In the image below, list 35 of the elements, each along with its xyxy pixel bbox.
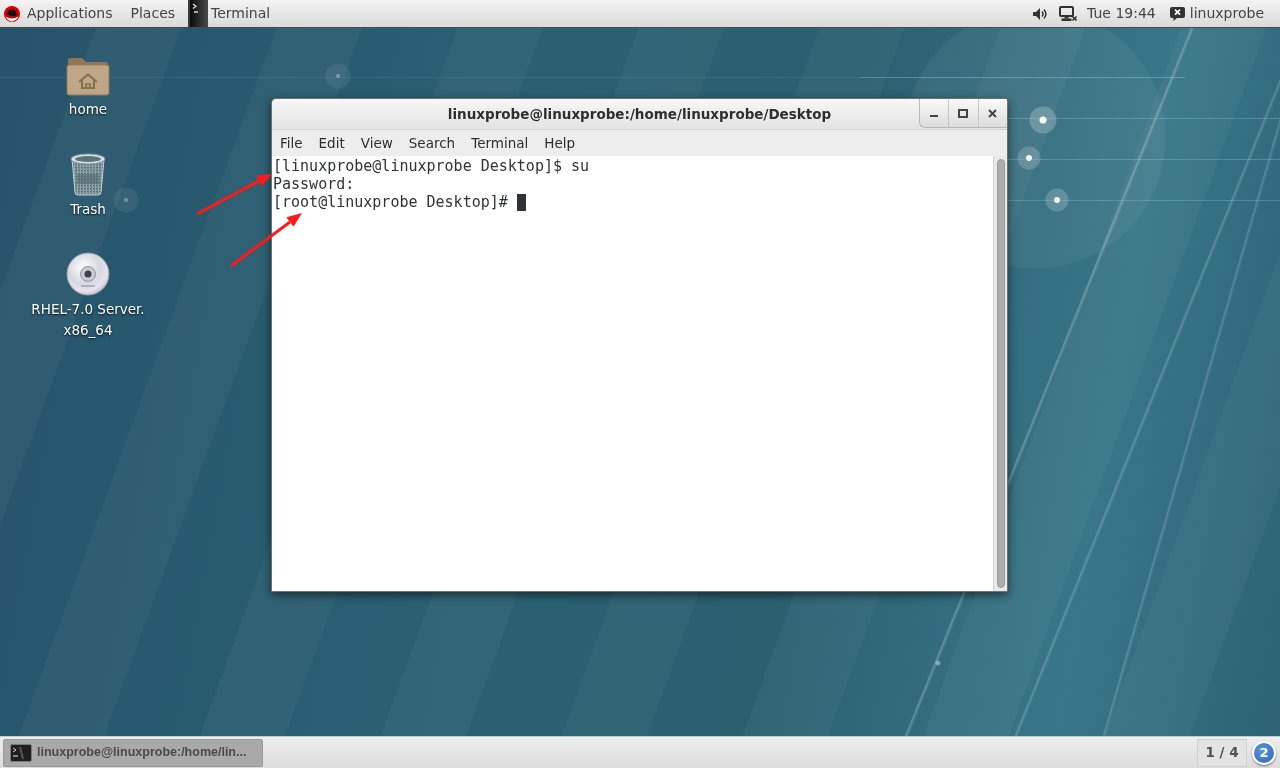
terminal-line: [root@linuxprobe Desktop]# (273, 193, 508, 211)
scrollbar-track[interactable] (993, 156, 1007, 591)
trash-icon (69, 152, 107, 196)
desktop-shortcut[interactable]: home (23, 52, 153, 152)
menu-item[interactable]: View (352, 132, 401, 154)
workspace-switcher[interactable]: 1 / 4 (1197, 738, 1247, 767)
terminal-icon (10, 743, 32, 762)
menu-item[interactable]: Edit (310, 132, 353, 154)
terminal-line: Password: (273, 175, 355, 193)
network-icon[interactable] (1059, 5, 1078, 22)
desktop-shortcut[interactable]: RHEL-7.0 Server. x86_64 (23, 252, 153, 352)
maximize-icon (958, 108, 969, 118)
terminal-line: [linuxprobe@linuxprobe Desktop]$ su (273, 157, 590, 175)
menu-item[interactable]: Help (536, 132, 584, 154)
user-menu[interactable]: linuxprobe (1169, 3, 1264, 24)
clock[interactable]: Tue 19:44 (1081, 3, 1170, 24)
chat-bubble-icon (1169, 6, 1185, 21)
hat-icon (4, 5, 20, 22)
terminal-icon (190, 0, 209, 27)
taskbar-button[interactable]: linuxprobe@linuxprobe:/home/lin... (3, 738, 263, 767)
menu-item[interactable]: Terminal (463, 132, 537, 154)
places-menu[interactable]: Places (121, 0, 185, 27)
window-title: linuxprobe@linuxprobe:/home/linuxprobe/Desktop (446, 104, 833, 124)
scrollbar-thumb[interactable] (997, 159, 1005, 588)
minimize-icon (930, 115, 939, 117)
app-menu[interactable]: Terminal (190, 0, 280, 27)
desktop-shortcut[interactable]: Trash (23, 152, 153, 252)
notification-counter[interactable]: 2 (1252, 740, 1276, 765)
disc-icon (66, 252, 110, 296)
close-icon (988, 108, 998, 118)
annotation-arrow (230, 213, 302, 268)
menu-item[interactable]: Search (400, 132, 464, 154)
menu-item[interactable]: File (272, 132, 311, 154)
volume-icon[interactable] (1032, 6, 1049, 21)
applications-menu[interactable]: Applications (0, 0, 122, 27)
